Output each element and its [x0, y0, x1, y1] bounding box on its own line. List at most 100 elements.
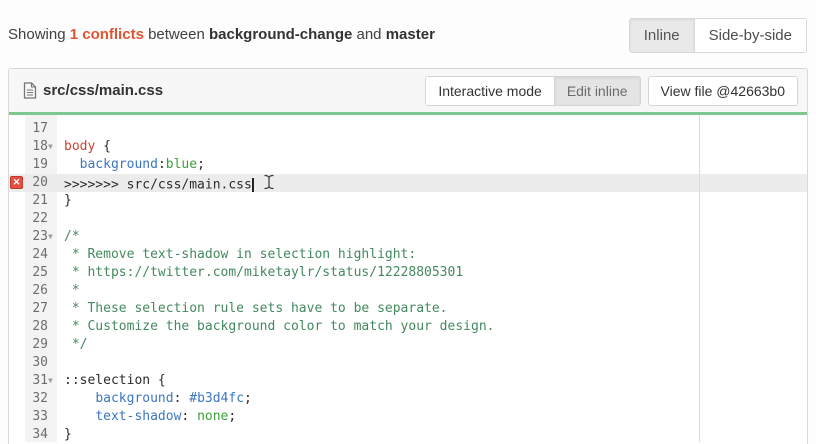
gutter-marker-column — [9, 264, 25, 282]
code-token: ; — [197, 157, 205, 172]
editor-line[interactable]: 17 — [9, 120, 807, 138]
line-number: 23▼ — [25, 228, 57, 246]
code-token: ::selection — [64, 373, 150, 388]
code-token: } — [64, 193, 72, 208]
code-line-content[interactable]: * These selection rule sets have to be s… — [57, 300, 807, 318]
editor-line[interactable]: 19 background:blue; — [9, 156, 807, 174]
document-icon — [23, 82, 37, 99]
editor-line[interactable]: 22 — [9, 210, 807, 228]
code-line-content[interactable]: text-shadow: none; — [57, 408, 807, 426]
conflict-summary: Showing 1 conflicts between background-c… — [8, 26, 435, 43]
code-line-content[interactable]: */ — [57, 336, 807, 354]
interactive-mode-button[interactable]: Interactive mode — [426, 77, 554, 105]
file-header-actions: Interactive mode Edit inline View file @… — [425, 76, 798, 106]
code-line-content[interactable] — [57, 120, 807, 138]
fold-arrow-icon[interactable]: ▼ — [48, 138, 57, 156]
gutter-marker-column — [9, 192, 25, 210]
code-token: #b3d4fc — [189, 391, 244, 406]
editor-line[interactable]: 21} — [9, 192, 807, 210]
code-line-content[interactable]: * — [57, 282, 807, 300]
gutter-marker-column — [9, 210, 25, 228]
line-number: 24 — [25, 246, 57, 264]
code-line-content[interactable]: background:blue; — [57, 156, 807, 174]
gutter-marker-column — [9, 318, 25, 336]
code-token: * — [64, 283, 80, 298]
editor-line[interactable]: 31▼::selection { — [9, 372, 807, 390]
editor-line[interactable]: 28 * Customize the background color to m… — [9, 318, 807, 336]
conflict-resolution-page: Showing 1 conflicts between background-c… — [0, 0, 816, 444]
line-number: 20 — [25, 174, 57, 192]
code-token: background — [95, 391, 173, 406]
branch-name-target: master — [386, 26, 435, 43]
gutter-marker-column — [9, 246, 25, 264]
editor-line[interactable]: 32 background: #b3d4fc; — [9, 390, 807, 408]
editor-line[interactable]: 30 — [9, 354, 807, 372]
editor-line[interactable]: 33 text-shadow: none; — [9, 408, 807, 426]
gutter-marker-column — [9, 138, 25, 156]
editor-line[interactable]: 25 * https://twitter.com/miketaylr/statu… — [9, 264, 807, 282]
code-editor[interactable]: 161718▼body {19 background:blue;✕20>>>>>… — [9, 115, 807, 442]
editor-line[interactable]: 18▼body { — [9, 138, 807, 156]
toggle-side-by-side-button[interactable]: Side-by-side — [695, 19, 806, 52]
fold-arrow-icon[interactable]: ▼ — [48, 372, 57, 390]
code-line-content[interactable]: * https://twitter.com/miketaylr/status/1… — [57, 264, 807, 282]
code-line-content[interactable]: } — [57, 192, 807, 210]
code-line-content[interactable]: * Customize the background color to matc… — [57, 318, 807, 336]
line-number: 31▼ — [25, 372, 57, 390]
line-number: 18▼ — [25, 138, 57, 156]
toggle-inline-button[interactable]: Inline — [630, 19, 695, 52]
gutter-marker-column — [9, 390, 25, 408]
code-line-content[interactable]: ::selection { — [57, 372, 807, 390]
code-token: body — [64, 139, 95, 154]
code-line-content[interactable]: /* — [57, 228, 807, 246]
code-token — [64, 391, 95, 406]
code-line-content[interactable] — [57, 210, 807, 228]
editor-line[interactable]: 34} — [9, 426, 807, 442]
code-token: ; — [244, 391, 252, 406]
summary-bar: Showing 1 conflicts between background-c… — [0, 0, 816, 68]
line-number: 21 — [25, 192, 57, 210]
gutter-marker-column — [9, 372, 25, 390]
file-path: src/css/main.css — [43, 82, 163, 99]
gutter-marker-column — [9, 282, 25, 300]
code-line-content[interactable]: background: #b3d4fc; — [57, 390, 807, 408]
line-number: 25 — [25, 264, 57, 282]
fold-arrow-icon[interactable]: ▼ — [48, 228, 57, 246]
code-token: blue — [166, 157, 197, 172]
editor-line[interactable]: 26 * — [9, 282, 807, 300]
code-line-content[interactable] — [57, 354, 807, 372]
code-token: text-shadow — [95, 409, 181, 424]
conflict-count: 1 conflicts — [70, 26, 144, 43]
code-line-content[interactable]: * Remove text-shadow in selection highli… — [57, 246, 807, 264]
code-token — [64, 409, 95, 424]
editor-line[interactable]: 29 */ — [9, 336, 807, 354]
code-token: * These selection rule sets have to be s… — [64, 301, 448, 316]
code-token: /* — [64, 229, 80, 244]
view-file-button[interactable]: View file @42663b0 — [648, 76, 798, 106]
editor-line[interactable]: 24 * Remove text-shadow in selection hig… — [9, 246, 807, 264]
file-conflict-panel: src/css/main.css Interactive mode Edit i… — [8, 68, 808, 444]
code-line-content[interactable]: } — [57, 426, 807, 442]
edit-mode-group: Interactive mode Edit inline — [425, 76, 640, 106]
summary-between: between — [148, 26, 205, 43]
code-token: { — [150, 373, 166, 388]
line-number: 33 — [25, 408, 57, 426]
editor-line[interactable]: 27 * These selection rule sets have to b… — [9, 300, 807, 318]
gutter-marker-column — [9, 120, 25, 138]
gutter-marker-column — [9, 426, 25, 442]
edit-inline-button[interactable]: Edit inline — [554, 77, 640, 105]
gutter-marker-column — [9, 408, 25, 426]
code-token: } — [64, 427, 72, 442]
editor-line[interactable]: 23▼ /* — [9, 228, 807, 246]
editor-line[interactable]: ✕20 >>>>>>> src/css/main.css — [9, 174, 807, 192]
code-line-content[interactable]: >>>>>>> src/css/main.css — [57, 174, 807, 192]
summary-and: and — [357, 26, 382, 43]
view-mode-toggle: Inline Side-by-side — [629, 18, 807, 53]
gutter-marker-column — [9, 354, 25, 372]
print-margin-ruler — [699, 115, 700, 442]
code-token: >>>>>>> src/css/main.css — [64, 178, 252, 193]
code-token: * Customize the background color to matc… — [64, 319, 494, 334]
code-line-content[interactable]: body { — [57, 138, 807, 156]
conflict-error-icon[interactable]: ✕ — [10, 176, 23, 189]
branch-name-source: background-change — [209, 26, 352, 43]
